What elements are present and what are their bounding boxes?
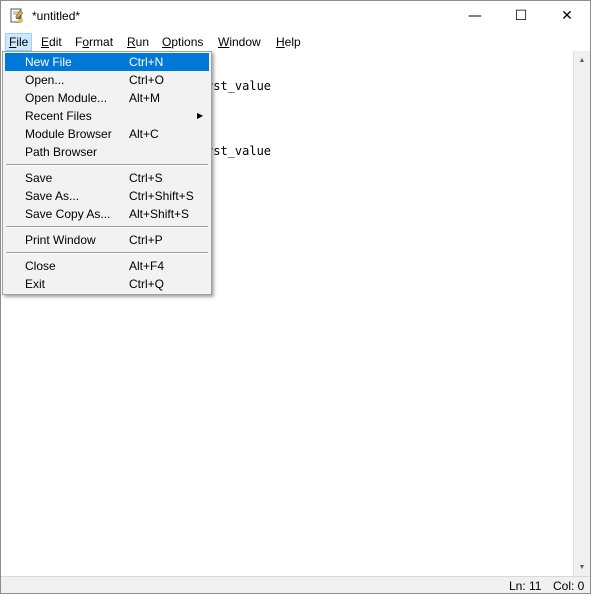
scroll-up-icon[interactable]: ▲ [574, 52, 590, 68]
menu-item-label: Save As... [25, 189, 80, 203]
close-button[interactable]: ✕ [544, 1, 590, 31]
menu-item-label: Close [25, 259, 56, 273]
menu-window-mnemonic: W [218, 35, 230, 49]
menu-item-save[interactable]: Save Ctrl+S [5, 169, 209, 187]
menu-item-new-file[interactable]: New File Ctrl+N [5, 53, 209, 71]
menu-bar: File Edit Format Run Options Window Help [1, 31, 590, 51]
menu-separator [6, 164, 208, 166]
menu-item-save-copy-as[interactable]: Save Copy As... Alt+Shift+S [5, 205, 209, 223]
menu-separator [6, 226, 208, 228]
menu-item-label: Save Copy As... [25, 207, 111, 221]
menu-options-mnemonic: O [162, 35, 172, 49]
minimize-button[interactable]: — [452, 1, 498, 31]
status-bar: Ln: 11 Col: 0 [1, 576, 590, 593]
menu-options[interactable]: Options [159, 33, 206, 51]
scroll-down-icon[interactable]: ▼ [574, 559, 590, 575]
menu-item-shortcut: Alt+M [129, 91, 161, 105]
menu-window-label: indow [229, 35, 261, 49]
menu-item-label: New File [25, 55, 72, 69]
menu-item-path-browser[interactable]: Path Browser [5, 143, 209, 161]
close-icon: ✕ [561, 8, 573, 24]
code-fragment: rst_value [206, 144, 272, 158]
menu-item-shortcut: Ctrl+Q [129, 277, 165, 291]
menu-item-shortcut: Alt+Shift+S [129, 207, 190, 221]
menu-help-label: elp [284, 35, 301, 49]
menu-item-shortcut: Ctrl+S [129, 171, 163, 185]
menu-help[interactable]: Help [273, 33, 304, 51]
menu-item-label: Module Browser [25, 127, 112, 141]
menu-item-label: Recent Files [25, 109, 92, 123]
menu-item-shortcut: Ctrl+Shift+S [129, 189, 194, 203]
menu-item-shortcut: Ctrl+N [129, 55, 164, 69]
menu-edit[interactable]: Edit [38, 33, 65, 51]
menu-item-recent-files[interactable]: Recent Files ▶ [5, 107, 209, 125]
menu-format-label: rmat [89, 35, 114, 49]
maximize-button[interactable]: ☐ [498, 1, 544, 31]
menu-item-label: Print Window [25, 233, 96, 247]
menu-item-label: Path Browser [25, 145, 98, 159]
title-bar[interactable]: *untitled* — ☐ ✕ [1, 1, 590, 31]
menu-run-label: un [135, 35, 150, 49]
menu-item-exit[interactable]: Exit Ctrl+Q [5, 275, 209, 293]
menu-item-module-browser[interactable]: Module Browser Alt+C [5, 125, 209, 143]
line-indicator: Ln: 11 [509, 579, 542, 593]
menu-format[interactable]: Format [72, 33, 116, 51]
python-idle-icon [10, 8, 24, 23]
column-indicator: Col: 0 [553, 579, 585, 593]
menu-separator [6, 252, 208, 254]
code-fragment: rst_value [206, 79, 272, 93]
menu-options-label: ptions [171, 35, 204, 49]
menu-item-close[interactable]: Close Alt+F4 [5, 257, 209, 275]
menu-edit-mnemonic: E [41, 35, 50, 49]
menu-item-label: Save [25, 171, 53, 185]
submenu-arrow-icon: ▶ [197, 111, 204, 120]
menu-file-label: ile [16, 35, 29, 49]
menu-item-label: Open... [25, 73, 65, 87]
minimize-icon: — [468, 8, 482, 24]
menu-run-mnemonic: R [127, 35, 136, 49]
menu-item-shortcut: Alt+C [129, 127, 159, 141]
menu-item-label: Exit [25, 277, 46, 291]
menu-item-label: Open Module... [25, 91, 108, 105]
menu-item-shortcut: Ctrl+O [129, 73, 165, 87]
menu-file[interactable]: File [5, 33, 33, 51]
menu-item-save-as[interactable]: Save As... Ctrl+Shift+S [5, 187, 209, 205]
vertical-scrollbar[interactable]: ▲ ▼ [573, 51, 590, 576]
menu-item-open-module[interactable]: Open Module... Alt+M [5, 89, 209, 107]
menu-edit-label: dit [49, 35, 62, 49]
menu-item-shortcut: Alt+F4 [129, 259, 165, 273]
menu-window[interactable]: Window [215, 33, 264, 51]
menu-item-shortcut: Ctrl+P [129, 233, 163, 247]
maximize-icon: ☐ [514, 8, 528, 24]
menu-help-mnemonic: H [276, 35, 285, 49]
menu-item-print-window[interactable]: Print Window Ctrl+P [5, 231, 209, 249]
menu-item-open[interactable]: Open... Ctrl+O [5, 71, 209, 89]
menu-run[interactable]: Run [124, 33, 152, 51]
file-menu-dropdown: New File Ctrl+N Open... Ctrl+O Open Modu… [2, 51, 212, 295]
window-title: *untitled* [32, 9, 81, 23]
